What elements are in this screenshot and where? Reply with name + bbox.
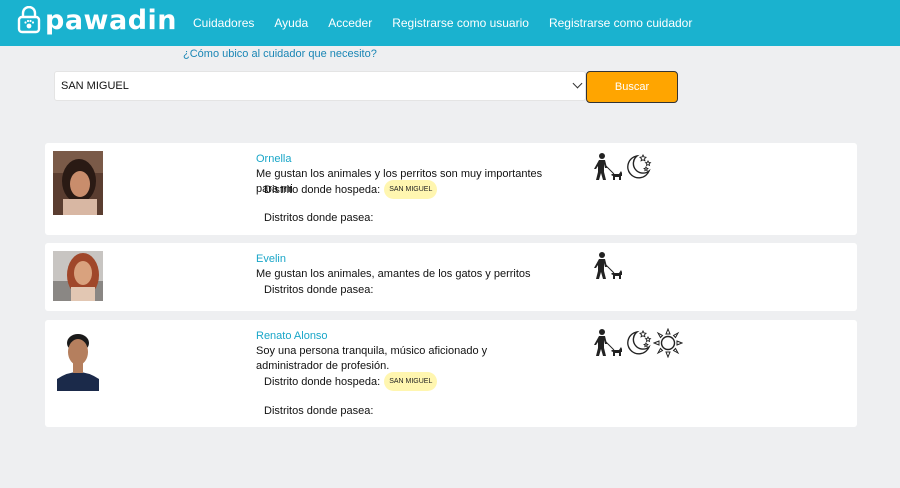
nav-register-user[interactable]: Registrarse como usuario	[392, 16, 529, 30]
walk-districts-field: Distritos donde pasea:	[264, 284, 373, 296]
nav-ayuda[interactable]: Ayuda	[274, 16, 308, 30]
dog-walk-icon	[594, 153, 622, 180]
caregiver-card[interactable]: Evelin Me gustan los animales, amantes d…	[45, 243, 857, 311]
district-select-value: SAN MIGUEL	[61, 80, 129, 92]
night-icon	[627, 153, 652, 179]
host-district-field: Distrito donde hospeda: SAN MIGUEL	[264, 180, 438, 199]
nav-links: Cuidadores Ayuda Acceder Registrarse com…	[183, 0, 702, 46]
district-tag: SAN MIGUEL	[384, 372, 438, 391]
host-district-label: Distrito donde hospeda:	[264, 375, 381, 388]
avatar	[53, 151, 103, 215]
service-icons	[593, 251, 623, 281]
caregiver-card[interactable]: Renato Alonso Soy una persona tranquila,…	[45, 320, 857, 427]
avatar	[53, 327, 103, 391]
walk-districts-field: Distritos donde pasea:	[264, 212, 373, 224]
district-select[interactable]: SAN MIGUEL	[54, 71, 586, 101]
caregiver-name[interactable]: Renato Alonso	[256, 330, 328, 342]
service-icons	[593, 328, 683, 358]
caregiver-card[interactable]: Ornella Me gustan los animales y los per…	[45, 143, 857, 235]
walk-districts-label: Distritos donde pasea:	[264, 405, 374, 417]
brand-name: pawadin	[45, 4, 178, 36]
nav-acceder[interactable]: Acceder	[328, 16, 372, 30]
caregiver-name[interactable]: Evelin	[256, 253, 286, 265]
service-icons	[593, 152, 653, 182]
avatar	[53, 251, 103, 315]
caregiver-description: Me gustan los animales, amantes de los g…	[256, 268, 531, 280]
dog-walk-icon	[594, 329, 622, 356]
day-icon	[653, 328, 683, 358]
nav-cuidadores[interactable]: Cuidadores	[193, 16, 254, 30]
help-link[interactable]: ¿Cómo ubico al cuidador que necesito?	[183, 48, 377, 60]
chevron-down-icon	[572, 78, 583, 89]
host-district-field: Distrito donde hospeda: SAN MIGUEL	[264, 372, 438, 391]
search-button[interactable]: Buscar	[586, 71, 678, 103]
night-icon	[627, 329, 652, 355]
caregiver-description: Soy una persona tranquila, músico aficio…	[256, 345, 488, 372]
lock-paw-icon	[17, 6, 41, 34]
dog-walk-icon	[594, 252, 622, 279]
walk-districts-field: Distritos donde pasea:	[264, 405, 373, 417]
nav-register-caregiver[interactable]: Registrarse como cuidador	[549, 16, 692, 30]
district-tag: SAN MIGUEL	[384, 180, 438, 199]
walk-districts-label: Distritos donde pasea:	[264, 284, 374, 296]
logo[interactable]: pawadin	[16, 4, 177, 36]
host-district-label: Distrito donde hospeda:	[264, 183, 381, 196]
top-navbar: pawadin Cuidadores Ayuda Acceder Registr…	[0, 0, 900, 46]
walk-districts-label: Distritos donde pasea:	[264, 212, 374, 224]
caregiver-name[interactable]: Ornella	[256, 153, 291, 165]
